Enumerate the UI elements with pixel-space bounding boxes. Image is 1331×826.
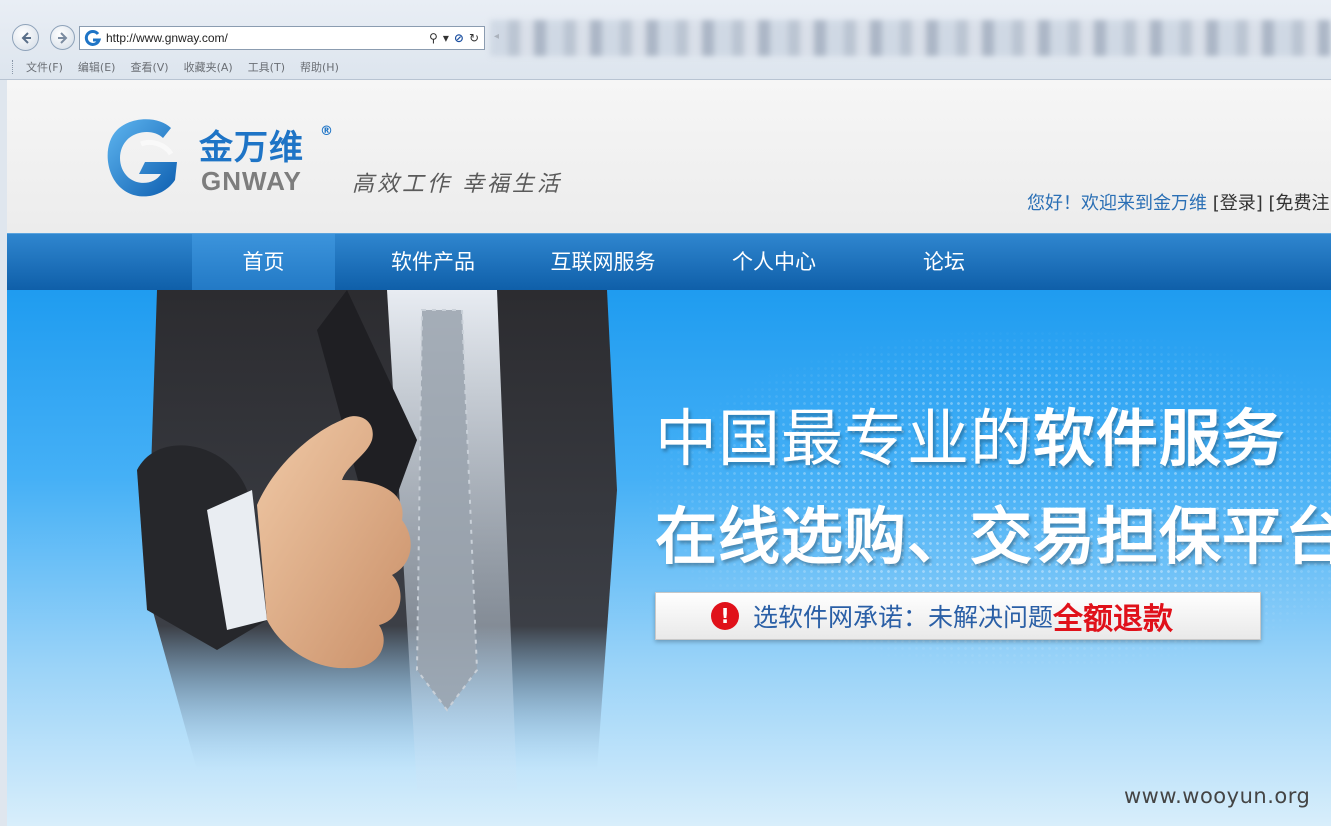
headline-primary-normal: 中国最专业的	[655, 402, 1034, 475]
web-page: 金万维 ® GNWAY 高效工作 幸福生活 您好！欢迎来到金万维 [登录] [免…	[7, 80, 1331, 826]
back-arrow-icon	[21, 31, 31, 44]
headline-primary-bold: 软件服务	[1033, 402, 1286, 475]
tab-strip-blurred	[490, 20, 1331, 56]
exclamation-icon: !	[711, 602, 739, 630]
url-text[interactable]: http://www.gnway.com/	[106, 31, 429, 45]
watermark-text: www.wooyun.org	[1124, 784, 1311, 808]
nav-internet-services[interactable]: 互联网服务	[533, 234, 673, 291]
menu-file[interactable]: 文件(F)	[26, 59, 63, 75]
promise-full-refund: 全额退款	[1053, 602, 1174, 637]
gnway-logo-icon[interactable]	[101, 114, 185, 202]
promise-text: 选软件网承诺：未解决问题	[753, 603, 1054, 632]
refund-promise-bar: ! 选软件网承诺：未解决问题 全额退款	[655, 592, 1261, 640]
forward-arrow-icon	[57, 31, 67, 44]
businessman-handshake-image	[137, 290, 617, 790]
forward-button[interactable]	[50, 25, 75, 50]
nav-home[interactable]: 首页	[192, 234, 335, 291]
address-bar[interactable]: http://www.gnway.com/ ⚲ ▾ ⊘ ↻	[79, 26, 485, 50]
nav-personal-center[interactable]: 个人中心	[704, 234, 844, 291]
nav-software-products[interactable]: 软件产品	[363, 234, 503, 291]
nav-forum[interactable]: 论坛	[874, 234, 1014, 291]
register-link[interactable]: [免费注	[1269, 193, 1330, 214]
slogan: 高效工作 幸福生活	[352, 172, 562, 197]
welcome-bar: 您好！欢迎来到金万维 [登录] [免费注	[1027, 189, 1330, 215]
headline-secondary: 在线选购、交易担保平台	[655, 500, 1331, 573]
menu-view[interactable]: 查看(V)	[130, 59, 168, 75]
stop-icon[interactable]: ⊘	[454, 31, 464, 45]
site-header: 金万维 ® GNWAY 高效工作 幸福生活 您好！欢迎来到金万维 [登录] [免…	[7, 80, 1331, 233]
refresh-icon[interactable]: ↻	[469, 31, 479, 45]
brand-name-en: GNWAY	[201, 166, 302, 196]
menu-tools[interactable]: 工具(T)	[248, 59, 285, 75]
main-nav: 首页 软件产品 互联网服务 个人中心 论坛	[7, 233, 1331, 291]
site-favicon-icon	[84, 29, 102, 46]
brand-name-cn: 金万维	[199, 128, 304, 168]
login-link[interactable]: [登录]	[1213, 193, 1263, 214]
hero-banner[interactable]: 中国最专业的软件服务 在线选购、交易担保平台 ! 选软件网承诺：未解决问题 全额…	[7, 290, 1331, 826]
menu-help[interactable]: 帮助(H)	[300, 59, 339, 75]
toolbar-grip	[12, 60, 15, 74]
menu-bar: 文件(F) 编辑(E) 查看(V) 收藏夹(A) 工具(T) 帮助(H)	[0, 56, 1331, 78]
browser-chrome: http://www.gnway.com/ ⚲ ▾ ⊘ ↻ ◂ 文件(F) 编辑…	[0, 0, 1331, 80]
dropdown-icon[interactable]: ▾	[443, 31, 449, 45]
menu-edit[interactable]: 编辑(E)	[78, 59, 116, 75]
headline-primary: 中国最专业的软件服务	[655, 388, 1285, 478]
menu-favorites[interactable]: 收藏夹(A)	[184, 59, 233, 75]
search-icon[interactable]: ⚲	[429, 31, 438, 45]
welcome-text: 您好！欢迎来到金万维	[1027, 193, 1207, 214]
registered-mark: ®	[320, 124, 333, 139]
back-button[interactable]	[12, 24, 39, 51]
